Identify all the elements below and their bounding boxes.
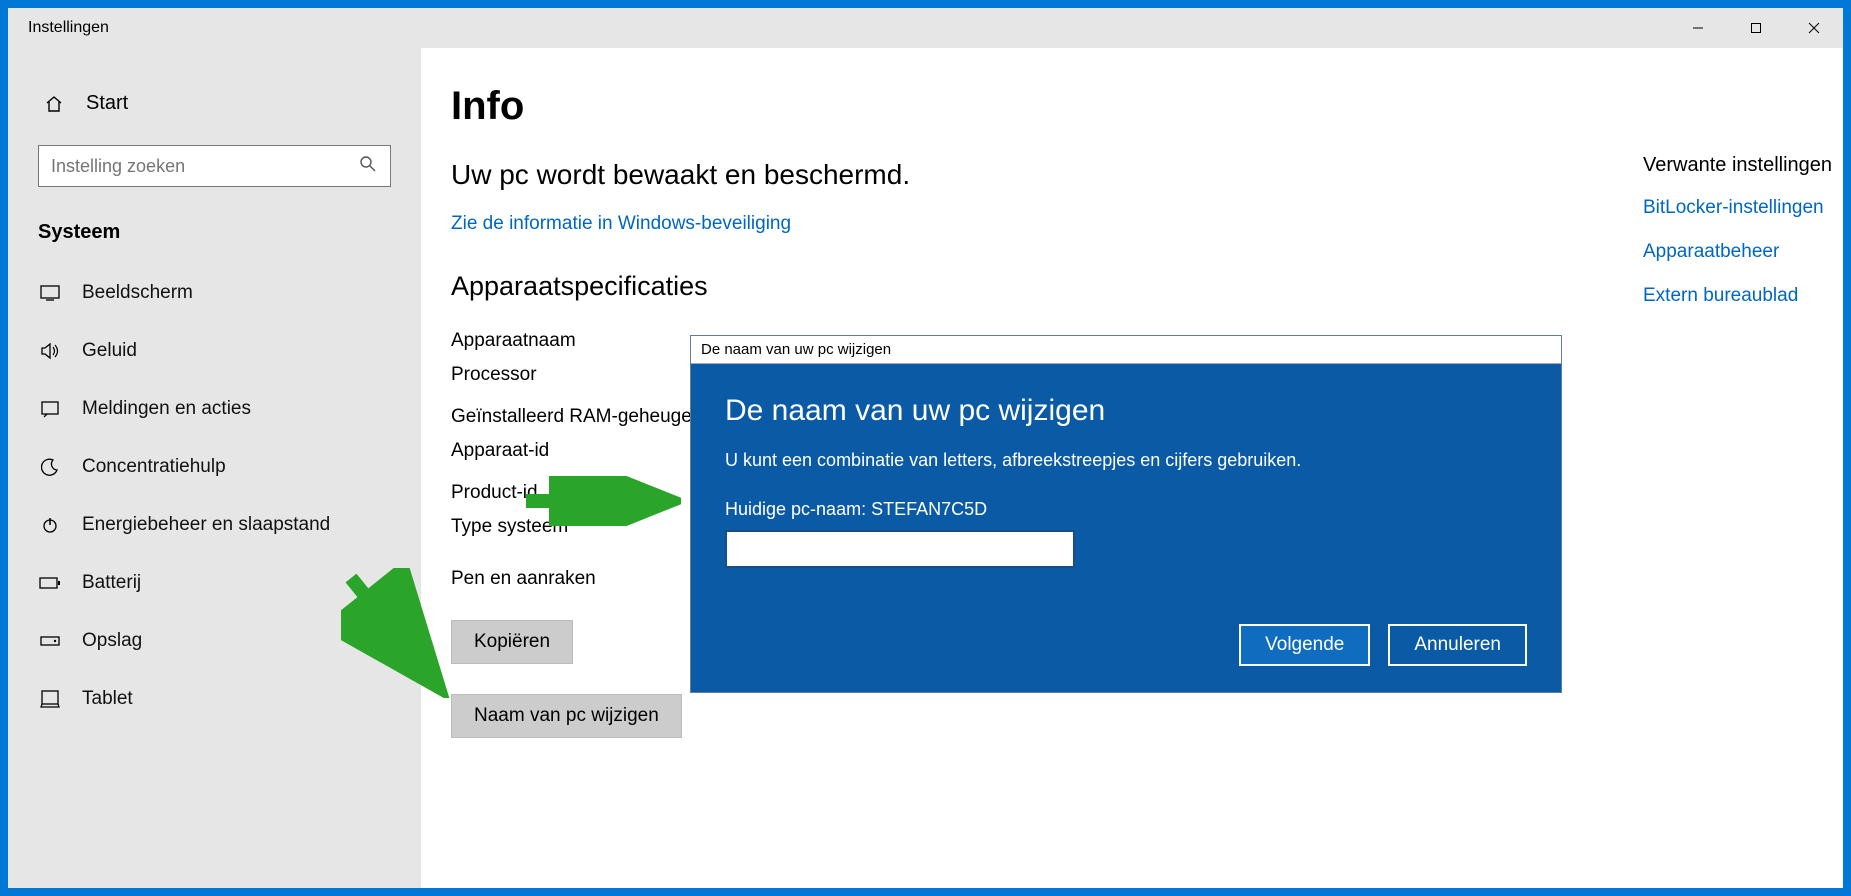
dialog-body: De naam van uw pc wijzigen U kunt een co… (691, 364, 1561, 692)
specs-heading: Apparaatspecificaties (451, 271, 1843, 302)
tablet-icon (38, 690, 62, 708)
storage-icon (38, 634, 62, 648)
home-icon (42, 94, 66, 114)
sidebar-item-label: Geluid (82, 340, 137, 362)
link-bitlocker[interactable]: BitLocker-instellingen (1643, 197, 1843, 219)
search-icon (359, 155, 377, 178)
dialog-heading: De naam van uw pc wijzigen (725, 394, 1527, 428)
nav-home-label: Start (86, 92, 128, 115)
sound-icon (38, 342, 62, 360)
moon-icon (38, 458, 62, 476)
display-icon (38, 285, 62, 301)
window-body: Start Systeem Beeldscherm Geluid Melding… (8, 48, 1843, 888)
page-heading: Info (451, 84, 1843, 129)
dialog-titlebar: De naam van uw pc wijzigen (691, 336, 1561, 364)
sidebar-item-label: Opslag (82, 630, 142, 652)
notifications-icon (38, 400, 62, 418)
titlebar: Instellingen (8, 8, 1843, 48)
maximize-button[interactable] (1727, 8, 1785, 48)
pc-name-input[interactable] (725, 530, 1075, 568)
related-settings: Verwante instellingen BitLocker-instelli… (1643, 154, 1843, 329)
search-wrap (8, 127, 421, 215)
sidebar-item-label: Meldingen en acties (82, 398, 251, 420)
link-device-manager[interactable]: Apparaatbeheer (1643, 241, 1843, 263)
nav-home[interactable]: Start (8, 80, 421, 127)
next-button[interactable]: Volgende (1239, 624, 1370, 666)
settings-window: Instellingen Start (8, 8, 1843, 888)
power-icon (38, 516, 62, 534)
sidebar-item-storage[interactable]: Opslag (8, 612, 421, 670)
sidebar: Start Systeem Beeldscherm Geluid Melding… (8, 48, 421, 888)
dialog-current-name: Huidige pc-naam: STEFAN7C5D (725, 499, 1527, 520)
dialog-description: U kunt een combinatie van letters, afbre… (725, 450, 1527, 471)
dialog-actions: Volgende Annuleren (725, 624, 1527, 666)
search-input[interactable] (38, 145, 391, 187)
sidebar-item-display[interactable]: Beeldscherm (8, 264, 421, 322)
link-remote-desktop[interactable]: Extern bureaublad (1643, 285, 1843, 307)
sidebar-item-tablet[interactable]: Tablet (8, 670, 421, 728)
sidebar-item-battery[interactable]: Batterij (8, 554, 421, 612)
battery-icon (38, 576, 62, 590)
sidebar-item-label: Batterij (82, 572, 141, 594)
sidebar-item-label: Concentratiehulp (82, 456, 226, 478)
sidebar-item-label: Tablet (82, 688, 133, 710)
rename-pc-button[interactable]: Naam van pc wijzigen (451, 694, 682, 738)
related-heading: Verwante instellingen (1643, 154, 1843, 177)
minimize-button[interactable] (1669, 8, 1727, 48)
sidebar-item-label: Beeldscherm (82, 282, 193, 304)
sidebar-item-focus[interactable]: Concentratiehulp (8, 438, 421, 496)
sidebar-item-label: Energiebeheer en slaapstand (82, 514, 330, 536)
window-controls (1669, 8, 1843, 48)
sidebar-item-power[interactable]: Energiebeheer en slaapstand (8, 496, 421, 554)
protection-heading: Uw pc wordt bewaakt en beschermd. (451, 159, 1843, 191)
security-link[interactable]: Zie de informatie in Windows-beveiliging (451, 213, 791, 234)
cancel-button[interactable]: Annuleren (1388, 624, 1527, 666)
rename-dialog: De naam van uw pc wijzigen De naam van u… (690, 335, 1562, 693)
sidebar-item-notifications[interactable]: Meldingen en acties (8, 380, 421, 438)
window-title: Instellingen (8, 19, 1669, 37)
close-button[interactable] (1785, 8, 1843, 48)
copy-button[interactable]: Kopiëren (451, 620, 573, 664)
sidebar-item-sound[interactable]: Geluid (8, 322, 421, 380)
sidebar-section-label: Systeem (8, 215, 421, 264)
